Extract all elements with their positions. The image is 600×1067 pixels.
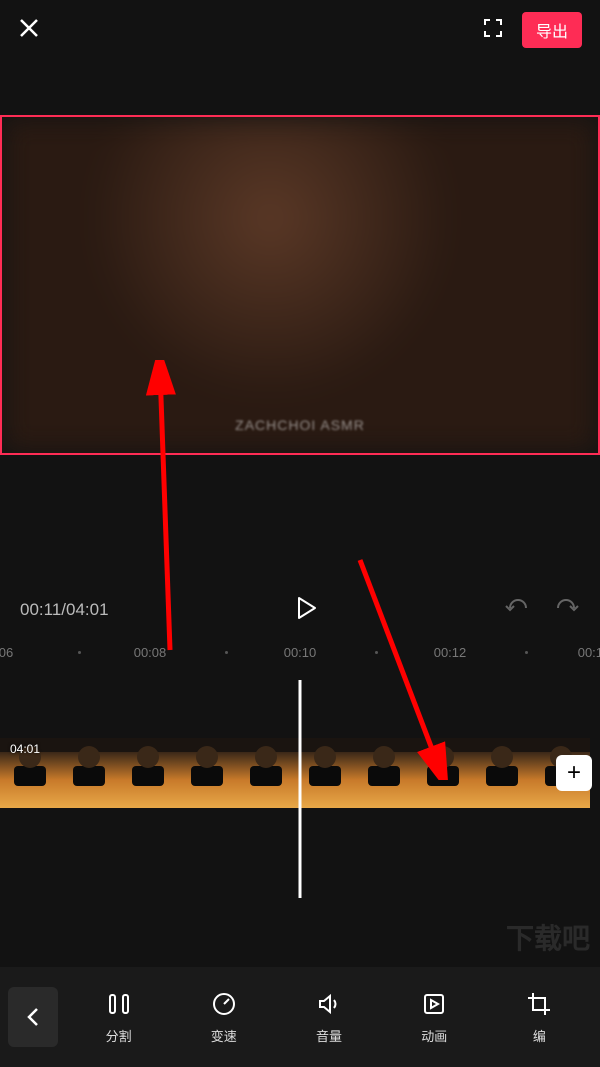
speed-icon (211, 990, 237, 1018)
clip-duration-label: 04:01 (10, 742, 40, 756)
export-button[interactable]: 导出 (522, 12, 582, 48)
undo-button[interactable] (504, 598, 530, 623)
tool-animation[interactable]: 动画 (382, 990, 487, 1045)
ruler-tick: 00:14 (578, 645, 600, 660)
site-watermark: 下载吧 (506, 917, 590, 957)
video-clip[interactable]: 04:01 (0, 738, 590, 808)
ruler-tick: 00:10 (284, 645, 317, 660)
video-preview[interactable]: ZACHCHOI ASMR (0, 115, 600, 455)
fullscreen-button[interactable] (482, 17, 504, 44)
animation-icon (421, 990, 447, 1018)
ruler-tick: 00:12 (434, 645, 467, 660)
timecode: 00:11/04:01 (20, 600, 109, 620)
play-button[interactable] (295, 596, 317, 625)
redo-button[interactable] (554, 598, 580, 623)
tool-split[interactable]: 分割 (66, 990, 171, 1045)
ruler-tick: 00:08 (134, 645, 167, 660)
tool-label: 变速 (211, 1026, 237, 1045)
back-button[interactable] (8, 987, 58, 1047)
tool-edit[interactable]: 编 (487, 990, 592, 1045)
tool-label: 分割 (106, 1026, 132, 1045)
ruler-tick: 06 (0, 645, 13, 660)
split-icon (106, 990, 132, 1018)
tool-label: 音量 (316, 1026, 342, 1045)
tool-volume[interactable]: 音量 (276, 990, 381, 1045)
add-clip-button[interactable]: + (556, 755, 592, 791)
tool-speed[interactable]: 变速 (171, 990, 276, 1045)
volume-icon (316, 990, 342, 1018)
crop-icon (526, 990, 552, 1018)
tool-label: 动画 (421, 1026, 447, 1045)
time-ruler[interactable]: 06 00:08 00:10 00:12 00:14 (0, 636, 600, 668)
close-button[interactable] (18, 14, 40, 46)
video-watermark: ZACHCHOI ASMR (235, 417, 365, 433)
playhead[interactable] (299, 680, 302, 898)
tool-label: 编 (533, 1026, 546, 1045)
